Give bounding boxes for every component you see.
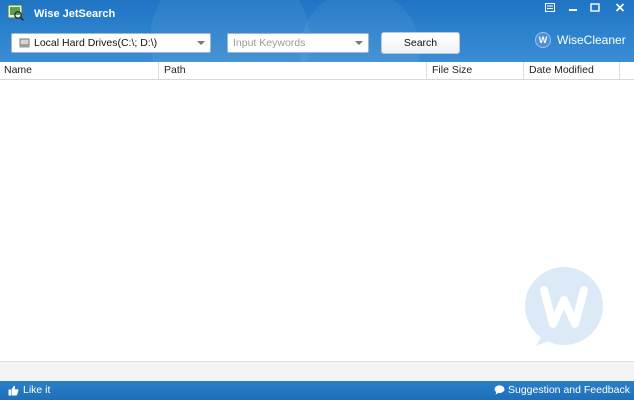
column-divider[interactable] bbox=[426, 62, 427, 79]
horizontal-scrollbar[interactable] bbox=[0, 361, 634, 382]
keyword-history-chevron-down-icon[interactable] bbox=[355, 41, 363, 45]
column-header-name[interactable]: Name bbox=[0, 62, 158, 79]
brand-name: WiseCleaner bbox=[557, 33, 626, 47]
maximize-icon[interactable] bbox=[584, 0, 606, 14]
status-footer: Like it Suggestion and Feedback bbox=[0, 381, 634, 400]
like-it-link[interactable]: Like it bbox=[8, 384, 50, 396]
hard-drive-icon bbox=[19, 38, 30, 48]
chevron-down-icon[interactable] bbox=[197, 41, 205, 45]
wisecleaner-brand[interactable]: W WiseCleaner bbox=[535, 32, 626, 48]
thumbs-up-icon bbox=[8, 385, 19, 395]
results-table-header: Name Path File Size Date Modified bbox=[0, 62, 634, 80]
like-it-label: Like it bbox=[23, 384, 51, 396]
search-button[interactable]: Search bbox=[381, 32, 460, 54]
keyword-combobox[interactable] bbox=[227, 33, 369, 53]
drive-select-value: Local Hard Drives(C:\; D:\) bbox=[34, 37, 158, 49]
column-header-date-modified[interactable]: Date Modified bbox=[525, 62, 619, 79]
column-header-path[interactable]: Path bbox=[160, 62, 426, 79]
title-bar-header: Wise JetSearch Local Hard Drives(C:\; D:… bbox=[0, 0, 634, 62]
app-title: Wise JetSearch bbox=[34, 8, 116, 20]
wisecleaner-watermark-icon bbox=[525, 267, 603, 346]
keyword-input[interactable] bbox=[228, 34, 353, 52]
drive-select[interactable]: Local Hard Drives(C:\; D:\) bbox=[11, 33, 211, 53]
speech-bubble-icon bbox=[494, 385, 505, 395]
wisecleaner-logo-icon: W bbox=[535, 32, 551, 48]
suggestion-feedback-link[interactable]: Suggestion and Feedback bbox=[494, 384, 630, 396]
column-divider[interactable] bbox=[158, 62, 159, 79]
column-divider[interactable] bbox=[619, 62, 620, 79]
suggestion-feedback-label: Suggestion and Feedback bbox=[507, 384, 630, 396]
app-logo-icon bbox=[7, 4, 25, 22]
close-icon[interactable] bbox=[609, 0, 631, 14]
column-divider[interactable] bbox=[523, 62, 524, 79]
menu-icon[interactable] bbox=[539, 0, 561, 14]
column-header-file-size[interactable]: File Size bbox=[428, 62, 523, 79]
minimize-icon[interactable] bbox=[562, 0, 584, 14]
